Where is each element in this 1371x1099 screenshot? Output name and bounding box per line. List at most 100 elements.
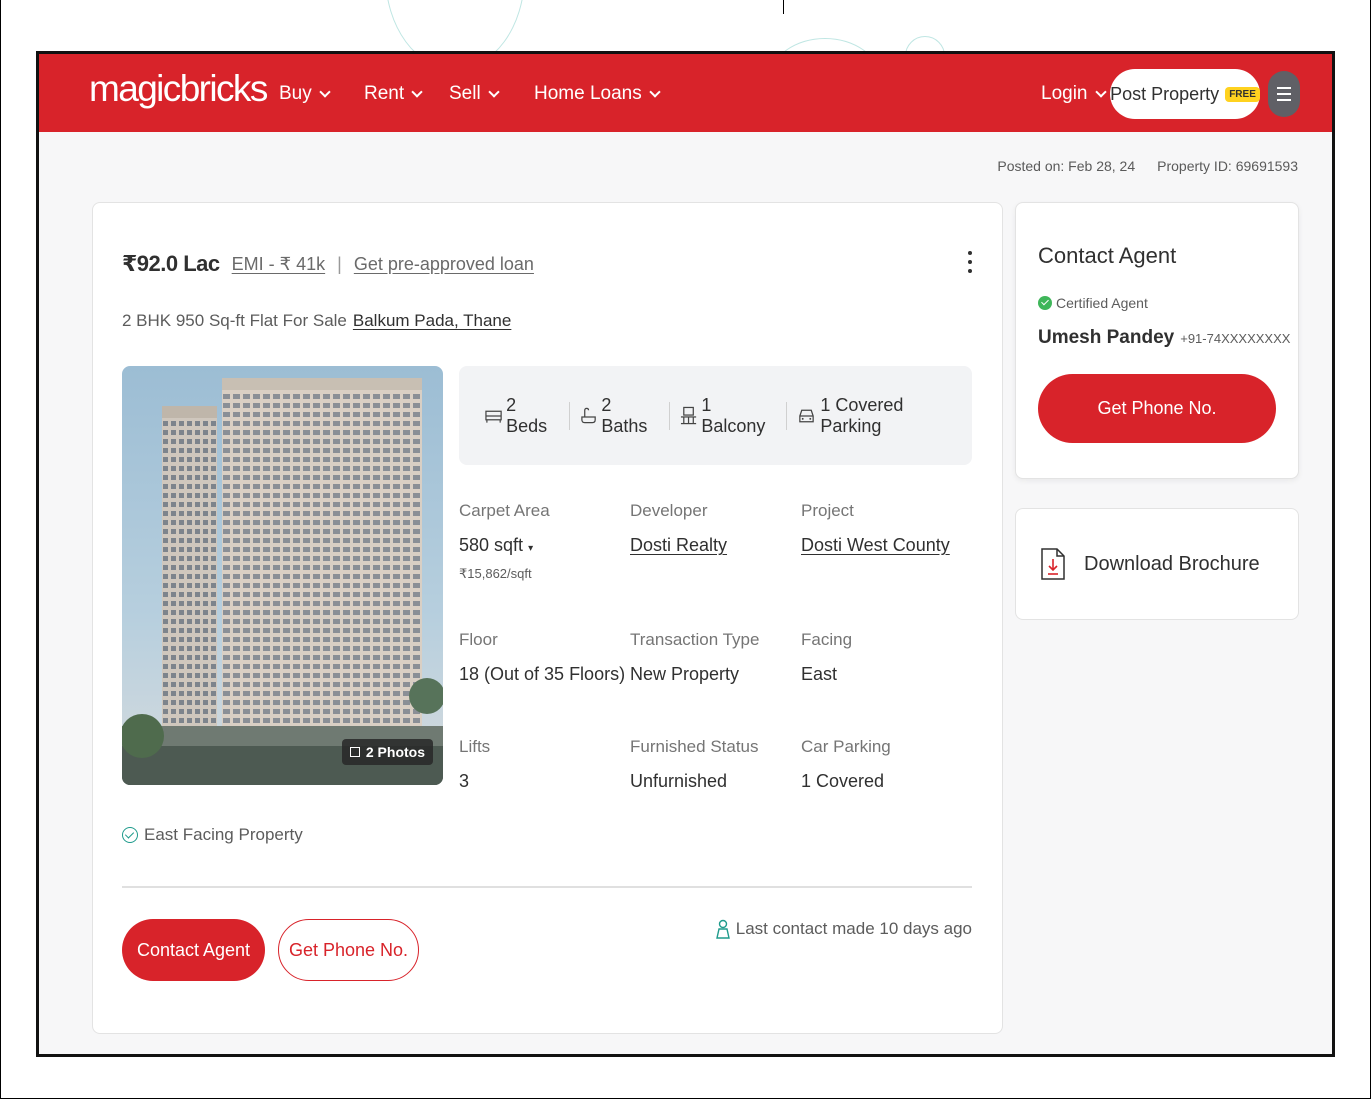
property-id: Property ID: 69691593: [1157, 158, 1298, 174]
spec-project: Project Dosti West County: [801, 501, 971, 556]
spec-car-parking: Car Parking 1 Covered: [801, 737, 971, 792]
amenity-baths: 2 Baths: [570, 395, 671, 436]
nav-sell-label: Sell: [449, 83, 481, 104]
login-label: Login: [1041, 83, 1088, 104]
contact-agent-title: Contact Agent: [1038, 243, 1177, 268]
chevron-down-icon: [1094, 85, 1107, 98]
magicbricks-logo[interactable]: magicbricks: [89, 68, 268, 110]
emi-link[interactable]: EMI - ₹ 41k: [232, 254, 325, 275]
download-brochure-card[interactable]: Download Brochure: [1015, 508, 1299, 620]
spec-value: 18 (Out of 35 Floors): [459, 664, 626, 684]
post-property-button[interactable]: Post Property FREE: [1110, 69, 1260, 119]
gallery-icon: [349, 747, 360, 757]
chevron-down-icon: [319, 85, 331, 98]
contact-agent-card: Contact Agent Certified Agent Umesh Pand…: [1015, 202, 1299, 479]
divider: [122, 886, 972, 888]
amenity-balcony-label: 1 Balcony: [701, 394, 766, 436]
nav-rent-label: Rent: [364, 83, 405, 104]
listing-title: 2 BHK 950 Sq-ft Flat For Sale Balkum Pad…: [122, 311, 511, 331]
login-dropdown[interactable]: Login: [1041, 83, 1107, 105]
person-icon: [715, 919, 730, 939]
listing-title-text: 2 BHK 950 Sq-ft Flat For Sale: [122, 311, 347, 330]
certified-label: Certified Agent: [1056, 295, 1148, 311]
spec-value: 3: [459, 771, 470, 791]
spec-lifts: Lifts 3: [459, 737, 629, 792]
spec-label: Transaction Type: [630, 630, 760, 649]
nav-rent[interactable]: Rent: [364, 83, 423, 105]
price-per-sqft: ₹15,862/sqft: [459, 566, 532, 581]
spec-label: Lifts: [459, 737, 491, 756]
balcony-icon: [681, 406, 697, 424]
nav-home-loans-label: Home Loans: [534, 83, 642, 104]
amenity-parking-label: 1 Covered Parking: [820, 394, 904, 436]
post-property-label: Post Property: [1110, 83, 1220, 104]
agent-name: Umesh Pandey: [1038, 327, 1175, 348]
spec-developer: Developer Dosti Realty: [630, 501, 800, 556]
download-brochure-label: Download Brochure: [1084, 552, 1260, 575]
agent-info: Umesh Pandey +91-74XXXXXXXX: [1038, 327, 1290, 349]
chevron-down-icon: [411, 85, 423, 98]
price-row: ₹92.0 Lac EMI - ₹ 41k | Get pre-approved…: [122, 251, 534, 277]
highlight-east-facing: East Facing Property: [122, 825, 303, 845]
bath-icon: [581, 407, 597, 423]
spec-facing: Facing East: [801, 630, 971, 685]
spec-value: 1 Covered: [801, 771, 885, 791]
amenity-parking: 1 Covered Parking: [787, 395, 972, 436]
last-contact-info: Last contact made 10 days ago: [715, 919, 972, 939]
spec-label: Carpet Area: [459, 501, 550, 520]
certified-agent-row: Certified Agent: [1038, 295, 1148, 311]
pre-approved-loan-link[interactable]: Get pre-approved loan: [354, 254, 534, 275]
agent-phone: +91-74XXXXXXXX: [1180, 331, 1291, 346]
check-circle-icon: [122, 827, 138, 843]
hamburger-icon[interactable]: [1268, 71, 1300, 117]
verified-check-icon: [1038, 296, 1052, 310]
nav-sell[interactable]: Sell: [449, 83, 500, 105]
separator: |: [337, 253, 342, 274]
nav-buy[interactable]: Buy: [279, 83, 331, 105]
price: ₹92.0 Lac: [122, 251, 220, 276]
spec-label: Project: [801, 501, 854, 520]
more-options-icon[interactable]: [967, 251, 973, 273]
spec-value: East: [801, 664, 838, 684]
project-link[interactable]: Dosti West County: [801, 535, 971, 556]
listing-card: ₹92.0 Lac EMI - ₹ 41k | Get pre-approved…: [92, 202, 1003, 1034]
spec-label: Furnished Status: [630, 737, 759, 756]
spec-value: New Property: [630, 664, 740, 684]
last-contact-label: Last contact made 10 days ago: [735, 919, 972, 938]
car-icon: [799, 409, 815, 422]
bed-icon: [485, 410, 502, 423]
spec-transaction-type: Transaction Type New Property: [630, 630, 800, 685]
browser-screen: magicbricks Buy Rent Sell Home Loans Log…: [36, 51, 1335, 1057]
property-photo[interactable]: 2 Photos: [122, 366, 443, 785]
nav-home-loans[interactable]: Home Loans: [534, 83, 661, 105]
locality-link[interactable]: Balkum Pada, Thane: [353, 311, 511, 331]
photo-count-label: 2 Photos: [365, 744, 425, 760]
building-illustration: [122, 378, 443, 785]
spec-label: Car Parking: [801, 737, 891, 756]
chevron-down-icon: [488, 85, 500, 98]
pdf-download-icon: [1041, 548, 1065, 580]
spec-value: Unfurnished: [630, 771, 728, 791]
spec-label: Developer: [630, 501, 708, 520]
posted-on: Posted on: Feb 28, 24: [997, 158, 1136, 174]
spec-value[interactable]: 580 sqft ▾: [459, 535, 629, 556]
developer-link[interactable]: Dosti Realty: [630, 535, 800, 556]
amenity-baths-label: 2 Baths: [601, 394, 648, 436]
free-badge: FREE: [1225, 86, 1260, 102]
agent-get-phone-button[interactable]: Get Phone No.: [1038, 374, 1276, 443]
chevron-down-icon: [649, 85, 661, 98]
photo-count-badge[interactable]: 2 Photos: [341, 739, 433, 765]
nav-buy-label: Buy: [279, 83, 312, 104]
caret-down-icon: ▾: [528, 543, 534, 554]
posted-meta: Posted on: Feb 28, 24 Property ID: 69691…: [997, 158, 1298, 174]
top-divider: [783, 0, 784, 14]
spec-label: Floor: [459, 630, 498, 649]
site-header: magicbricks Buy Rent Sell Home Loans Log…: [39, 54, 1332, 132]
amenity-beds-label: 2 Beds: [506, 394, 548, 436]
highlight-label: East Facing Property: [144, 825, 303, 844]
contact-agent-button[interactable]: Contact Agent: [122, 919, 265, 981]
get-phone-button[interactable]: Get Phone No.: [278, 919, 419, 981]
amenities-bar: 2 Beds 2 Baths 1 Balcony 1 Covered Parki…: [459, 366, 972, 465]
amenity-balcony: 1 Balcony: [670, 395, 788, 436]
spec-furnished-status: Furnished Status Unfurnished: [630, 737, 800, 792]
